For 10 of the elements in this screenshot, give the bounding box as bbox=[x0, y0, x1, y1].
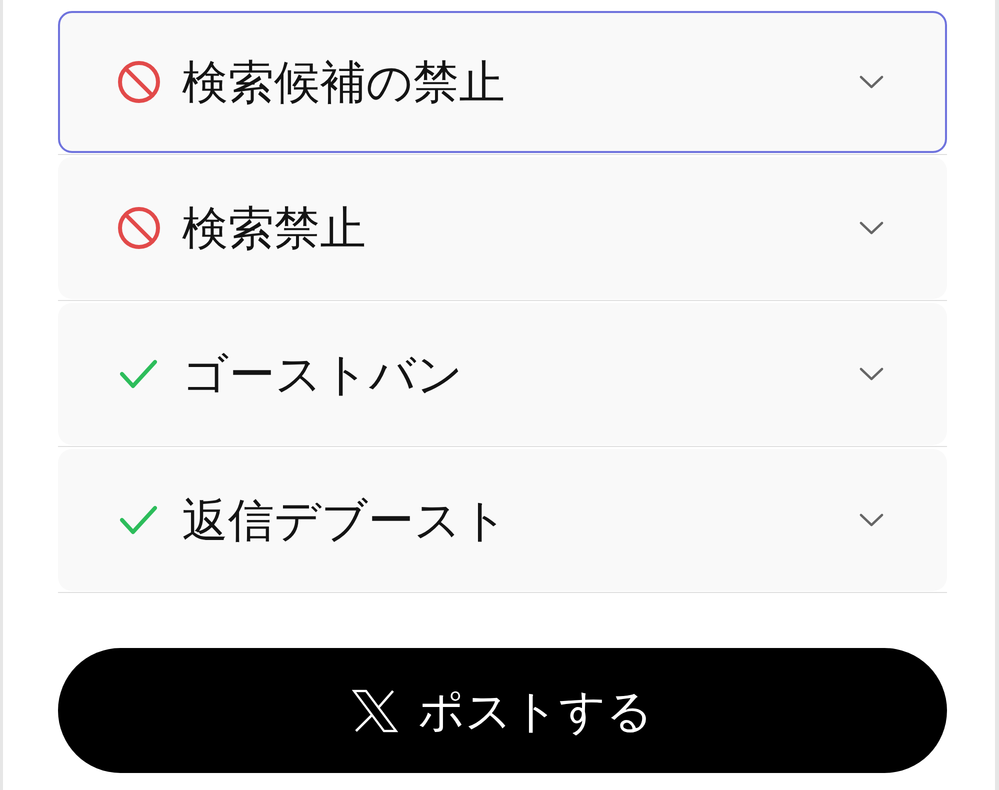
x-logo-icon bbox=[352, 688, 398, 732]
accordion-header[interactable]: 検索禁止 bbox=[58, 157, 947, 299]
prohibited-icon bbox=[118, 207, 160, 249]
accordion-header[interactable]: 検索候補の禁止 bbox=[58, 11, 947, 153]
checkmark-icon bbox=[120, 359, 157, 389]
accordion-header[interactable]: ゴーストバン bbox=[58, 303, 947, 445]
accordion-header[interactable]: 返信デブースト bbox=[58, 449, 947, 591]
post-button[interactable]: ポストする bbox=[58, 648, 947, 773]
checkmark-icon bbox=[120, 505, 157, 535]
prohibited-icon bbox=[118, 61, 160, 103]
